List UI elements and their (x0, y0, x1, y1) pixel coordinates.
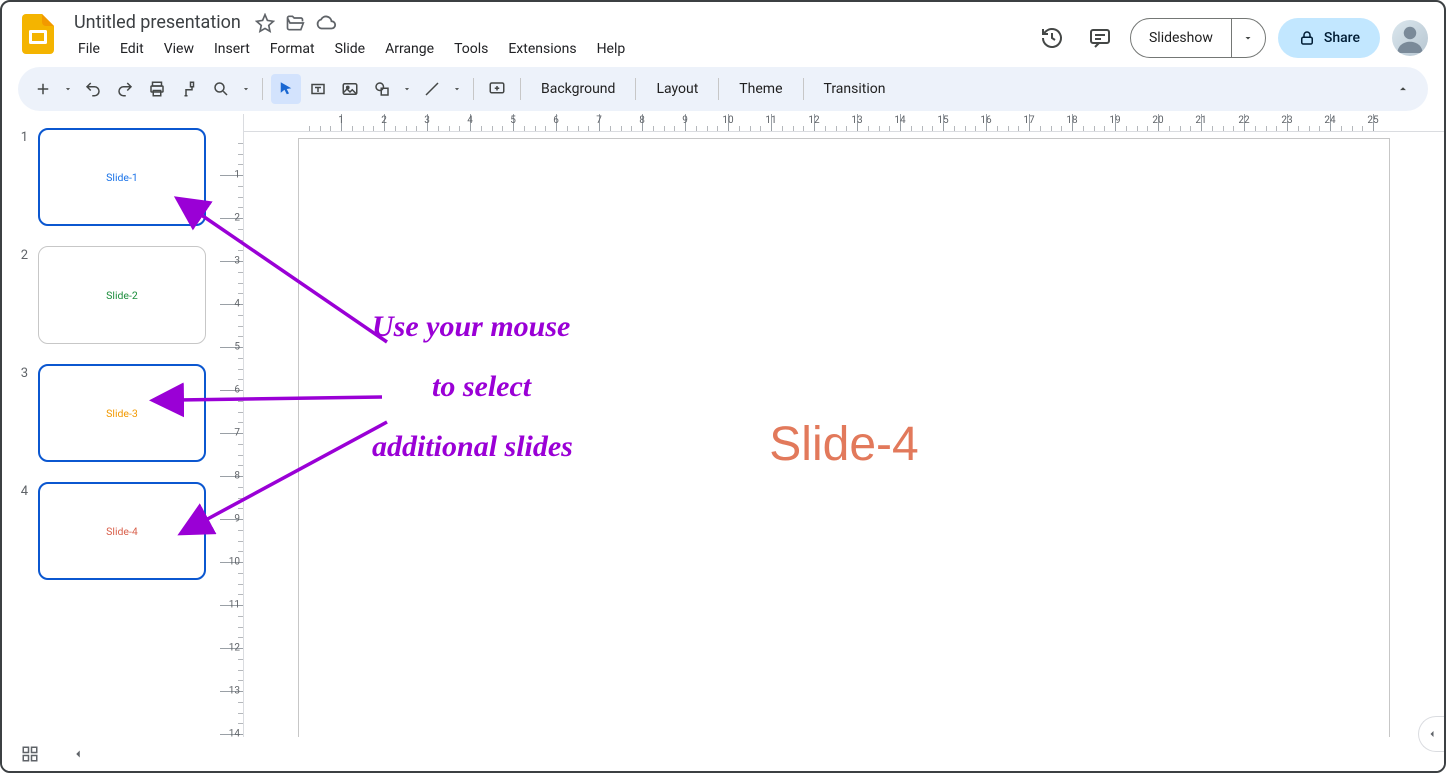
vertical-ruler: 1234567891011121314 (220, 114, 244, 737)
share-button[interactable]: Share (1278, 18, 1380, 58)
document-title[interactable]: Untitled presentation (70, 10, 245, 35)
canvas-viewport[interactable]: Slide-4 (244, 114, 1444, 737)
menu-format[interactable]: Format (262, 37, 323, 61)
redo-button[interactable] (110, 74, 140, 104)
comment-tool[interactable] (482, 74, 512, 104)
share-label: Share (1324, 30, 1360, 46)
menu-slide[interactable]: Slide (327, 37, 373, 61)
cloud-status-icon[interactable] (315, 12, 337, 34)
menu-view[interactable]: View (156, 37, 202, 61)
zoom-button[interactable] (206, 74, 236, 104)
slide-title-text[interactable]: Slide-4 (769, 417, 918, 472)
separator (473, 78, 474, 100)
slideshow-main[interactable]: Slideshow (1131, 30, 1231, 46)
app-header: Untitled presentation File Edit View Ins… (2, 2, 1444, 61)
slides-logo[interactable] (18, 14, 58, 54)
menu-extensions[interactable]: Extensions (500, 37, 584, 61)
separator (803, 78, 804, 100)
speaker-notes-toggle[interactable] (66, 742, 90, 766)
star-icon[interactable] (255, 13, 275, 33)
status-bar (2, 737, 1444, 771)
work-area: 1 Slide-1 2 Slide-2 3 Slide-3 4 Slide-4 1234567… (2, 114, 1444, 737)
new-slide-button[interactable] (28, 74, 58, 104)
separator (520, 78, 521, 100)
thumbnail-number: 4 (12, 482, 28, 499)
collapse-toolbar-button[interactable] (1388, 74, 1418, 104)
editor-column: 1234567891011121314 12345678910111213141… (220, 114, 1444, 737)
menu-arrange[interactable]: Arrange (377, 37, 442, 61)
filmstrip: 1 Slide-1 2 Slide-2 3 Slide-3 4 Slide-4 (2, 114, 220, 737)
line-tool[interactable] (417, 74, 447, 104)
thumbnail-row: 2 Slide-2 (12, 246, 220, 344)
transition-button[interactable]: Transition (812, 81, 898, 97)
thumbnail-row: 3 Slide-3 (12, 364, 220, 462)
select-tool[interactable] (271, 74, 301, 104)
theme-button[interactable]: Theme (727, 81, 794, 97)
thumbnail-row: 4 Slide-4 (12, 482, 220, 580)
separator (635, 78, 636, 100)
layout-button[interactable]: Layout (644, 81, 710, 97)
shape-tool[interactable] (367, 74, 397, 104)
slide-thumbnail[interactable]: Slide-2 (38, 246, 206, 344)
image-tool[interactable] (335, 74, 365, 104)
slide-canvas[interactable]: Slide-4 (298, 138, 1390, 737)
slideshow-button: Slideshow (1130, 18, 1266, 58)
line-dropdown[interactable] (449, 74, 465, 104)
toolbar: Background Layout Theme Transition (18, 67, 1428, 111)
slide-thumbnail[interactable]: Slide-4 (38, 482, 206, 580)
new-slide-dropdown[interactable] (60, 74, 76, 104)
print-button[interactable] (142, 74, 172, 104)
thumbnail-number: 3 (12, 364, 28, 381)
separator (718, 78, 719, 100)
slide-thumbnail[interactable]: Slide-1 (38, 128, 206, 226)
menu-insert[interactable]: Insert (206, 37, 258, 61)
separator (262, 78, 263, 100)
shape-dropdown[interactable] (399, 74, 415, 104)
menu-edit[interactable]: Edit (112, 37, 152, 61)
history-icon[interactable] (1034, 20, 1070, 56)
menu-tools[interactable]: Tools (446, 37, 496, 61)
zoom-dropdown[interactable] (238, 74, 254, 104)
menu-bar: File Edit View Insert Format Slide Arran… (70, 37, 1022, 61)
menu-file[interactable]: File (70, 37, 108, 61)
slideshow-dropdown[interactable] (1231, 19, 1265, 57)
lock-icon (1298, 29, 1316, 47)
thumbnail-number: 2 (12, 246, 28, 263)
undo-button[interactable] (78, 74, 108, 104)
thumbnail-number: 1 (12, 128, 28, 145)
paint-format-button[interactable] (174, 74, 204, 104)
menu-help[interactable]: Help (589, 37, 634, 61)
comments-icon[interactable] (1082, 20, 1118, 56)
account-avatar[interactable] (1392, 20, 1428, 56)
thumbnail-row: 1 Slide-1 (12, 128, 220, 226)
textbox-tool[interactable] (303, 74, 333, 104)
move-icon[interactable] (285, 13, 305, 33)
background-button[interactable]: Background (529, 81, 627, 97)
grid-view-button[interactable] (18, 742, 42, 766)
slide-thumbnail[interactable]: Slide-3 (38, 364, 206, 462)
